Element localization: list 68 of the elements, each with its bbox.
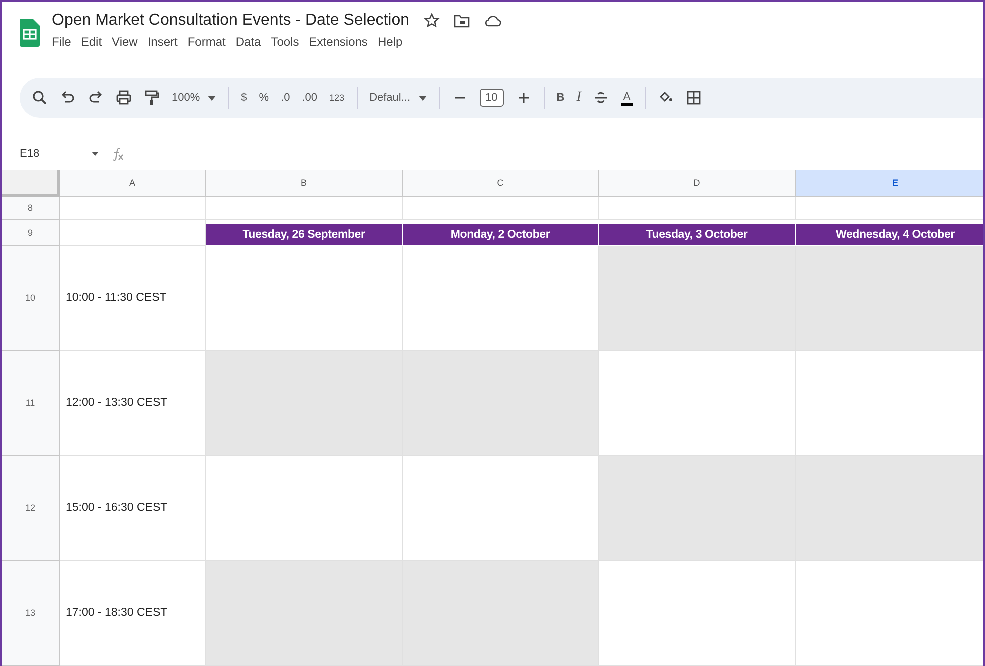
menu-item[interactable]: Edit xyxy=(81,35,102,49)
function-icon xyxy=(111,147,125,161)
toolbar-button[interactable]: .00 xyxy=(302,92,318,104)
document-title[interactable]: Open Market Consultation Events - Date Selection xyxy=(52,12,410,30)
time-slot-cell: 10:00 - 11:30 CEST xyxy=(60,246,206,351)
table-cell[interactable] xyxy=(206,351,403,456)
paint-format-icon[interactable] xyxy=(144,90,160,106)
print-icon[interactable] xyxy=(116,90,132,106)
date-header-cell: Monday, 2 October xyxy=(403,224,599,246)
table-cell[interactable] xyxy=(599,197,796,220)
redo-icon[interactable] xyxy=(88,90,104,106)
column-header[interactable]: D xyxy=(599,170,796,197)
caret-icon[interactable] xyxy=(92,152,99,156)
caret-icon xyxy=(418,96,427,100)
table-cell[interactable] xyxy=(403,197,599,220)
menu-item[interactable]: Data xyxy=(236,35,262,49)
table-cell[interactable] xyxy=(599,456,796,561)
menu-item[interactable]: View xyxy=(112,35,138,49)
date-header-cell: Wednesday, 4 October xyxy=(796,224,983,246)
font-size-field[interactable]: 10 xyxy=(480,89,504,107)
text-color-button[interactable]: A xyxy=(621,90,633,106)
menu-item[interactable]: Extensions xyxy=(309,35,368,49)
row-header[interactable]: 10 xyxy=(2,246,60,351)
sheets-logo-icon[interactable] xyxy=(20,19,40,47)
column-header[interactable]: E xyxy=(796,170,983,197)
menu-item[interactable]: Format xyxy=(188,35,226,49)
table-cell[interactable] xyxy=(60,197,206,220)
italic-button[interactable]: I xyxy=(576,90,582,106)
time-slot-cell: 15:00 - 16:30 CEST xyxy=(60,456,206,561)
menu-item[interactable]: Help xyxy=(378,35,403,49)
column-header[interactable]: C xyxy=(403,170,599,197)
table-cell[interactable] xyxy=(796,456,983,561)
table-cell[interactable] xyxy=(403,561,599,666)
row-header[interactable]: 12 xyxy=(2,456,60,561)
row-header[interactable]: 9 xyxy=(2,220,60,246)
star-icon[interactable] xyxy=(424,13,440,29)
folder-icon[interactable] xyxy=(454,14,470,28)
cloud-icon[interactable] xyxy=(484,14,502,28)
column-header[interactable]: A xyxy=(60,170,206,197)
table-cell[interactable] xyxy=(206,197,403,220)
caret-icon xyxy=(208,96,216,100)
name-box[interactable]: E18 xyxy=(20,148,80,160)
menu-item[interactable]: File xyxy=(52,35,72,49)
dropdown[interactable]: Defaul... xyxy=(370,92,427,104)
search-icon[interactable] xyxy=(32,90,48,106)
toolbar-button[interactable]: .0 xyxy=(281,92,290,104)
strikethrough-icon[interactable] xyxy=(593,90,610,106)
table-cell[interactable] xyxy=(599,246,796,351)
row-header[interactable]: 13 xyxy=(2,561,60,666)
toolbar-button[interactable]: $ xyxy=(241,92,248,104)
bold-button[interactable]: B xyxy=(556,92,565,104)
borders-icon[interactable] xyxy=(686,90,702,106)
table-cell[interactable] xyxy=(599,561,796,666)
row-header[interactable]: 11 xyxy=(2,351,60,456)
select-all-corner[interactable] xyxy=(2,170,60,197)
table-cell[interactable] xyxy=(403,351,599,456)
table-cell[interactable] xyxy=(206,561,403,666)
toolbar-button[interactable]: % xyxy=(259,92,270,104)
menu-item[interactable]: Tools xyxy=(271,35,300,49)
column-header[interactable]: B xyxy=(206,170,403,197)
toolbar-button[interactable]: 123 xyxy=(330,93,345,103)
date-header-cell: Tuesday, 26 September xyxy=(206,224,403,246)
menu-item[interactable]: Insert xyxy=(148,35,178,49)
row-header[interactable]: 8 xyxy=(2,197,60,220)
undo-icon[interactable] xyxy=(60,90,76,106)
table-cell[interactable] xyxy=(796,246,983,351)
dropdown[interactable]: 100% xyxy=(172,92,216,104)
date-header-cell: Tuesday, 3 October xyxy=(599,224,796,246)
